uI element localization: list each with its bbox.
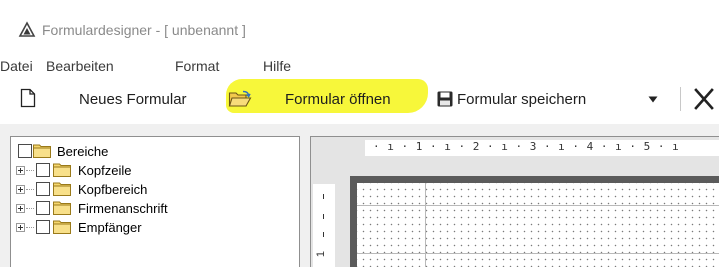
expand-icon[interactable]: [16, 166, 25, 175]
tree-item-firmenanschrift[interactable]: Firmenanschrift: [11, 199, 299, 218]
form-page[interactable]: [357, 183, 719, 267]
tree-checkbox[interactable]: [36, 201, 50, 215]
tree-connector: [26, 189, 34, 190]
tree-connector: [26, 170, 34, 171]
save-disk-icon[interactable]: [437, 91, 453, 107]
new-document-icon[interactable]: [20, 88, 36, 108]
menu-format[interactable]: Format: [175, 58, 219, 74]
open-folder-icon[interactable]: [228, 90, 252, 108]
menu-bearbeiten[interactable]: Bearbeiten: [46, 58, 114, 74]
band-divider: [357, 253, 719, 254]
expand-icon[interactable]: [16, 185, 25, 194]
triangle-app-icon: [18, 21, 36, 37]
vertical-ruler-tick: [323, 232, 324, 237]
new-form-button[interactable]: Neues Formular: [79, 91, 187, 108]
tree-item-label: Empfänger: [78, 220, 142, 235]
tree-checkbox[interactable]: [36, 182, 50, 196]
dropdown-arrow-icon[interactable]: [648, 96, 658, 103]
tree-item-label: Kopfzeile: [78, 163, 132, 178]
tree-checkbox[interactable]: [18, 144, 32, 158]
menu-bar: Datei Bearbeiten Format Hilfe: [0, 51, 719, 77]
title-bar: Formulardesigner - [ unbenannt ]: [0, 0, 719, 50]
tree-item-empfaenger[interactable]: Empfänger: [11, 218, 299, 237]
tree-item-label: Firmenanschrift: [78, 201, 168, 216]
tree-item-kopfzeile[interactable]: Kopfzeile: [11, 161, 299, 180]
expand-icon[interactable]: [16, 204, 25, 213]
tree-item-label: Kopfbereich: [78, 182, 148, 197]
save-form-button[interactable]: Formular speichern: [457, 91, 586, 108]
toolbar-separator: [680, 87, 681, 111]
folder-icon: [53, 163, 71, 177]
tree-connector: [26, 208, 34, 209]
band-divider: [357, 205, 719, 206]
menu-datei[interactable]: Datei: [0, 58, 33, 74]
vertical-ruler-tick: [323, 194, 324, 199]
folder-icon: [33, 144, 51, 158]
close-x-icon[interactable]: [694, 88, 714, 110]
folder-icon: [53, 220, 71, 234]
folder-icon: [53, 182, 71, 196]
areas-tree: Bereiche Kopfzeile Kopfbereich Firmenans…: [10, 136, 300, 267]
window-title: Formulardesigner - [ unbenannt ]: [42, 22, 246, 38]
tree-item-label: Bereiche: [57, 144, 109, 159]
tree-item-kopfbereich[interactable]: Kopfbereich: [11, 180, 299, 199]
column-guide: [425, 183, 426, 267]
menu-hilfe[interactable]: Hilfe: [263, 58, 291, 74]
tree-checkbox[interactable]: [36, 220, 50, 234]
folder-icon: [53, 201, 71, 215]
open-form-button[interactable]: Formular öffnen: [285, 91, 391, 108]
tree-connector: [26, 227, 34, 228]
tree-item-bereiche[interactable]: Bereiche: [11, 142, 299, 161]
vertical-ruler-tick: [323, 214, 324, 219]
horizontal-ruler-scale: · ı · 1 · ı · 2 · ı · 3 · ı · 4 · ı · 5 …: [373, 140, 680, 153]
vertical-ruler-number: 1: [315, 250, 328, 258]
expand-icon[interactable]: [16, 223, 25, 232]
tree-checkbox[interactable]: [36, 163, 50, 177]
